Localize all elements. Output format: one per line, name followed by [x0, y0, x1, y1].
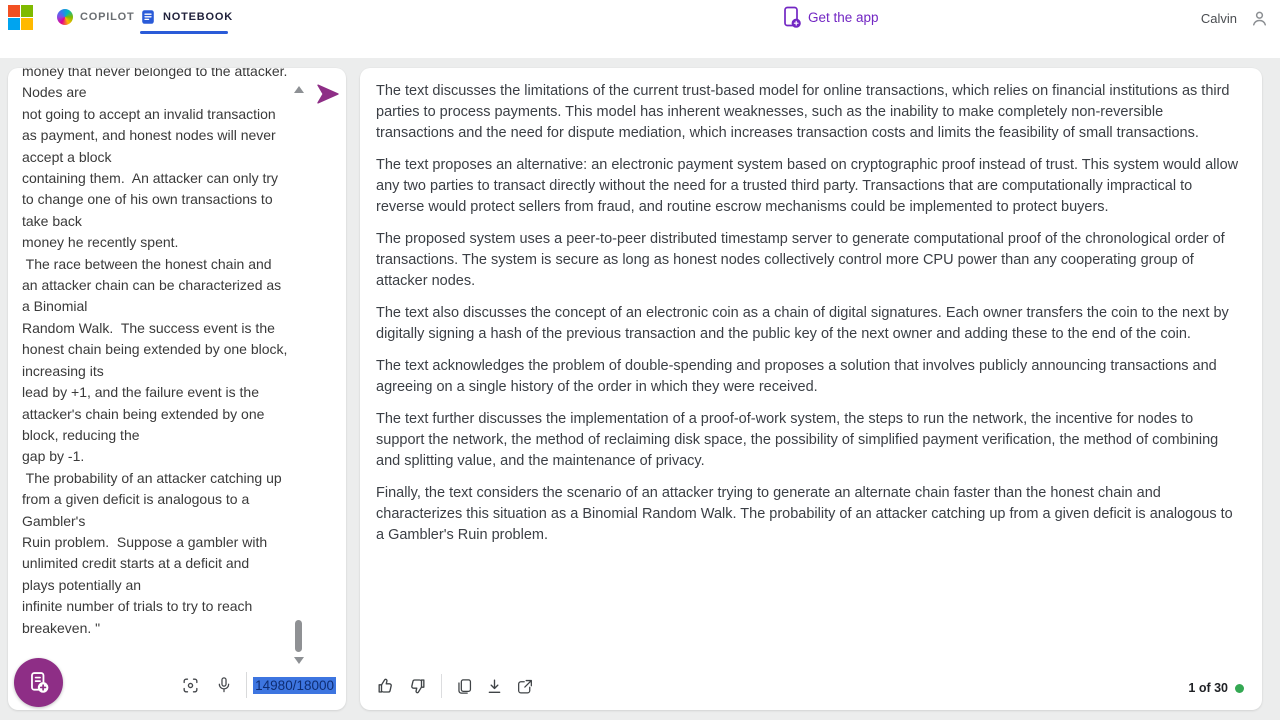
send-button[interactable] [314, 80, 342, 108]
phone-app-icon [783, 6, 802, 29]
share-button[interactable] [515, 677, 535, 696]
get-the-app-label: Get the app [808, 10, 879, 25]
prompt-input[interactable]: money that never belonged to the attacke… [22, 68, 300, 639]
top-bar: COPILOT NOTEBOOK Get the app Calvin [0, 0, 1280, 58]
user-name: Calvin [1201, 11, 1237, 26]
response-actions [376, 674, 546, 698]
tab-notebook-label: NOTEBOOK [163, 11, 233, 23]
download-button[interactable] [485, 677, 504, 696]
share-icon [515, 677, 535, 696]
prompt-panel: money that never belonged to the attacke… [8, 68, 346, 710]
copilot-icon [57, 9, 73, 25]
send-arrow-icon [316, 83, 340, 105]
document-plus-icon [25, 669, 52, 696]
get-the-app-button[interactable]: Get the app [783, 3, 879, 31]
tab-copilot-label: COPILOT [80, 11, 135, 23]
tab-copilot[interactable]: COPILOT [57, 0, 135, 34]
thumb-down-icon [407, 676, 427, 696]
user-area: Calvin [1201, 6, 1270, 30]
pagination: 1 of 30 [1188, 681, 1244, 695]
status-green-dot-icon [1235, 684, 1244, 693]
notebook-icon [140, 9, 156, 25]
response-paragraph: The text further discusses the implement… [376, 409, 1244, 472]
character-counter: 14980/18000 [253, 677, 336, 694]
avatar[interactable] [1249, 8, 1270, 29]
visual-search-button[interactable] [181, 676, 200, 695]
response-paragraph: The text proposes an alternative: an ele… [376, 155, 1244, 218]
new-topic-button[interactable] [14, 658, 63, 707]
response-panel: The text discusses the limitations of th… [360, 68, 1262, 710]
microphone-button[interactable] [215, 675, 233, 695]
scroll-down-icon[interactable] [294, 657, 304, 664]
composer-toolbar: 14980/18000 [166, 672, 336, 698]
microsoft-logo-icon[interactable] [8, 5, 33, 30]
response-paragraph: Finally, the text considers the scenario… [376, 483, 1244, 546]
copy-button[interactable] [455, 677, 474, 696]
response-text: The text discusses the limitations of th… [376, 81, 1244, 557]
response-paragraph: The text acknowledges the problem of dou… [376, 356, 1244, 398]
scroll-up-icon[interactable] [294, 86, 304, 93]
response-paragraph: The text also discusses the concept of a… [376, 303, 1244, 345]
scrollbar-thumb[interactable] [295, 620, 302, 652]
copy-icon [455, 677, 474, 696]
download-icon [485, 677, 504, 696]
camera-scan-icon [181, 676, 200, 695]
composer-scrollbar[interactable] [292, 78, 306, 664]
microphone-icon [215, 675, 233, 695]
tab-notebook[interactable]: NOTEBOOK [140, 0, 233, 34]
actions-divider [441, 674, 442, 698]
response-paragraph: The proposed system uses a peer-to-peer … [376, 229, 1244, 292]
thumbs-up-button[interactable] [376, 676, 396, 696]
thumbs-down-button[interactable] [407, 676, 427, 696]
page-indicator: 1 of 30 [1188, 681, 1228, 695]
active-tab-underline [140, 31, 228, 34]
thumb-up-icon [376, 676, 396, 696]
toolbar-divider [246, 672, 247, 698]
response-paragraph: The text discusses the limitations of th… [376, 81, 1244, 144]
